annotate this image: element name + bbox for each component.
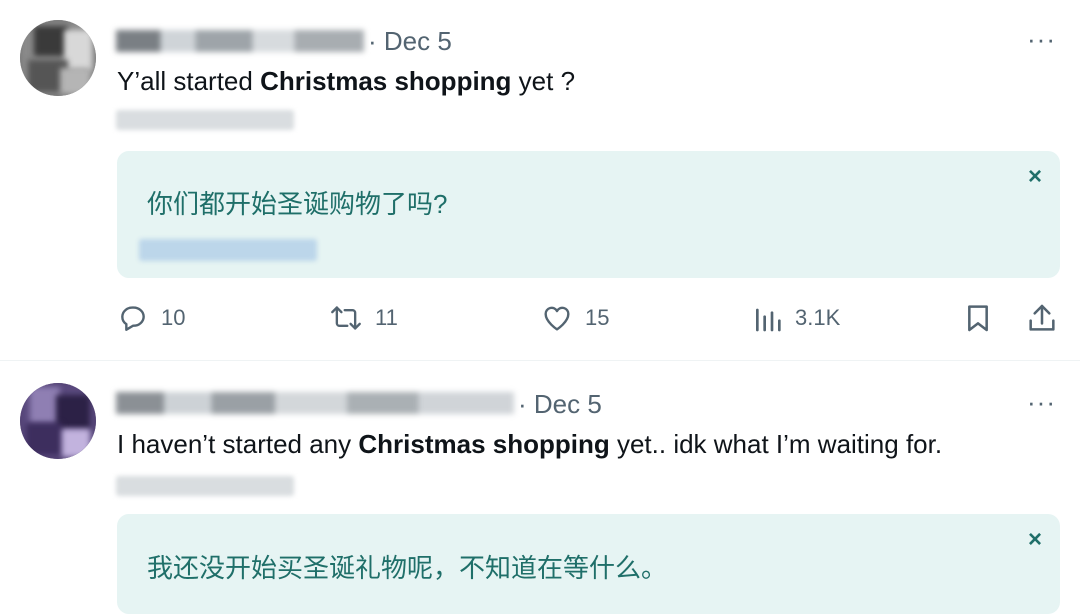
bookmark-button[interactable] [964, 302, 992, 334]
reply-button[interactable]: 10 [117, 302, 185, 334]
tweet-date[interactable]: · Dec 5 [518, 391, 602, 417]
like-button[interactable]: 15 [541, 302, 609, 334]
retweet-icon [329, 302, 363, 334]
views-icon [753, 302, 783, 334]
tweet-text-bold: Christmas shopping [260, 66, 512, 96]
tweet-text-pre: I haven’t started any [117, 429, 359, 459]
tweet-text-bold: Christmas shopping [358, 429, 610, 459]
tweet-text: Y’all started Christmas shopping yet ? [117, 68, 575, 94]
more-options-icon[interactable]: ··· [1027, 389, 1056, 415]
like-count: 15 [585, 305, 610, 330]
reply-count: 10 [161, 305, 186, 330]
more-options-icon[interactable]: ··· [1027, 26, 1056, 52]
avatar[interactable] [20, 20, 96, 96]
action-bar: 10 11 15 3.1K [117, 302, 1060, 338]
tweet-date[interactable]: · Dec 5 [368, 28, 452, 54]
redacted-link [139, 239, 317, 261]
tweet-text-post: yet.. idk what I’m waiting for. [609, 429, 943, 459]
tweet-text-post: yet ? [511, 66, 576, 96]
tweet-text-pre: Y’all started [117, 66, 261, 96]
redacted-line [116, 476, 294, 496]
reply-icon [117, 302, 149, 334]
close-icon[interactable]: × [1028, 163, 1042, 191]
views-count: 3.1K [795, 305, 841, 330]
tweet: · Dec 5 ··· Y’all started Christmas shop… [0, 0, 1080, 360]
tweet-text: I haven’t started any Christmas shopping… [117, 431, 942, 457]
close-icon[interactable]: × [1028, 526, 1042, 554]
redacted-line [116, 110, 294, 130]
avatar[interactable] [20, 383, 96, 459]
share-icon [1027, 302, 1057, 334]
display-name-redacted[interactable] [116, 30, 364, 52]
translation-box: 你们都开始圣诞购物了吗? × [117, 151, 1060, 278]
display-name-redacted[interactable] [116, 392, 514, 414]
like-icon [541, 302, 573, 334]
tweet: · Dec 5 ··· I haven’t started any Christ… [0, 361, 1080, 614]
share-button[interactable] [1027, 302, 1057, 334]
translation-text: 你们都开始圣诞购物了吗? [147, 189, 448, 219]
translation-text: 我还没开始买圣诞礼物呢，不知道在等什么。 [147, 553, 668, 583]
bookmark-icon [964, 302, 992, 334]
views-button[interactable]: 3.1K [753, 302, 840, 334]
retweet-button[interactable]: 11 [329, 302, 398, 334]
retweet-count: 11 [375, 305, 398, 330]
translation-box: 我还没开始买圣诞礼物呢，不知道在等什么。 × [117, 514, 1060, 614]
